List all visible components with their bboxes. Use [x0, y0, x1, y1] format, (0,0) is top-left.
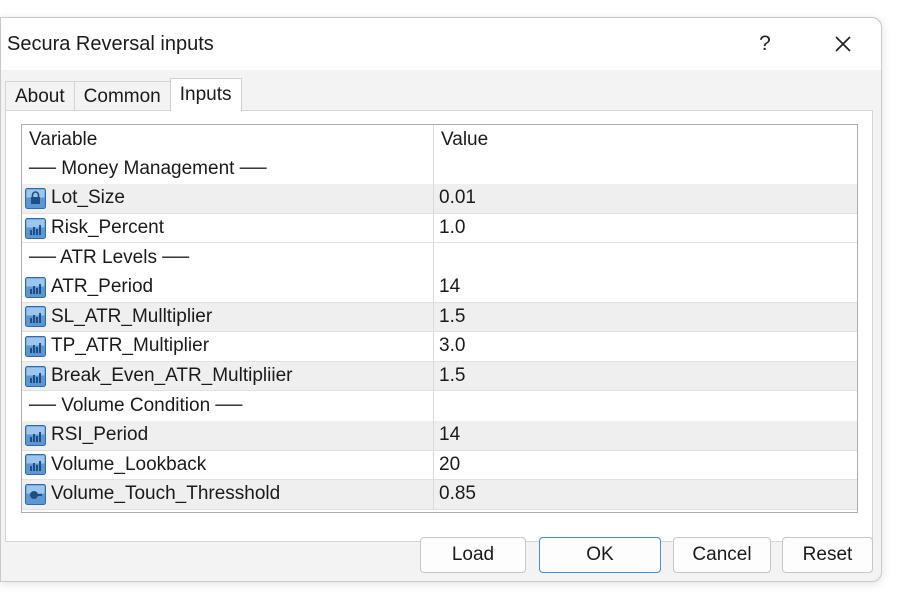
chart-icon — [25, 365, 46, 387]
group-row: ── ATR Levels ── — [22, 243, 857, 273]
close-icon — [835, 36, 851, 52]
value-cell[interactable]: 1.0 — [434, 214, 857, 243]
tab-about[interactable]: About — [5, 81, 75, 111]
group-row: ── Volume Condition ── — [22, 391, 857, 421]
variable-name: RSI_Period — [51, 424, 149, 446]
param-row[interactable]: Break_Even_ATR_Multipliier 1.5 — [22, 361, 857, 392]
value-cell[interactable]: 0.01 — [434, 184, 857, 213]
group-label-cell: ── Volume Condition ── — [22, 391, 434, 421]
variable-cell: TP_ATR_Multiplier — [22, 332, 434, 361]
param-row[interactable]: Volume_Lookback 20 — [22, 450, 857, 481]
input-dialog: Secura Reversal inputs ? About Common In… — [0, 17, 882, 582]
variable-cell: Volume_Touch_Thresshold — [22, 480, 434, 509]
param-row[interactable]: SL_ATR_Mulltiplier 1.5 — [22, 302, 857, 333]
value-cell — [434, 391, 857, 421]
lock-icon — [25, 187, 46, 209]
chart-icon — [25, 335, 46, 357]
variable-cell: SL_ATR_Mulltiplier — [22, 302, 434, 332]
title-bar: Secura Reversal inputs ? — [1, 18, 881, 70]
value-cell — [434, 243, 857, 273]
inputs-panel: Variable Value ── Money Management ── Lot… — [5, 110, 873, 542]
value-cell[interactable]: 14 — [434, 421, 857, 450]
toggle-icon — [25, 483, 46, 505]
chart-icon — [25, 306, 46, 328]
variable-name: Volume_Touch_Thresshold — [51, 483, 281, 505]
tab-common[interactable]: Common — [73, 81, 171, 111]
inputs-grid[interactable]: Variable Value ── Money Management ── Lot… — [21, 124, 858, 513]
ok-button[interactable]: OK — [539, 537, 661, 573]
cancel-button[interactable]: Cancel — [673, 537, 771, 573]
variable-cell: Volume_Lookback — [22, 450, 434, 480]
variable-cell: ATR_Period — [22, 273, 434, 302]
variable-cell: Risk_Percent — [22, 213, 434, 243]
value-cell[interactable]: 1.5 — [434, 303, 857, 332]
group-label: ── ATR Levels ── — [29, 247, 190, 269]
help-button[interactable]: ? — [747, 28, 783, 60]
close-button[interactable] — [825, 28, 861, 60]
chart-icon — [25, 217, 46, 239]
param-row[interactable]: Lot_Size 0.01 — [22, 184, 857, 214]
load-button[interactable]: Load — [420, 537, 526, 573]
variable-name: Risk_Percent — [51, 217, 164, 239]
variable-name: Break_Even_ATR_Multipliier — [51, 365, 293, 387]
variable-cell: Lot_Size — [22, 184, 434, 213]
grid-header-row: Variable Value — [22, 125, 857, 155]
variable-name: Lot_Size — [51, 187, 125, 209]
value-cell[interactable]: 14 — [434, 273, 857, 302]
chart-icon — [25, 424, 46, 446]
value-cell[interactable]: 20 — [434, 451, 857, 480]
variable-cell: RSI_Period — [22, 421, 434, 450]
chart-icon — [25, 276, 46, 298]
tab-bar: About Common Inputs — [5, 78, 242, 111]
dialog-title: Secura Reversal inputs — [7, 33, 214, 55]
variable-cell: Break_Even_ATR_Multipliier — [22, 361, 434, 391]
variable-name: TP_ATR_Multiplier — [51, 335, 210, 357]
reset-button[interactable]: Reset — [782, 537, 873, 573]
column-header-variable[interactable]: Variable — [22, 125, 434, 155]
variable-name: Volume_Lookback — [51, 453, 207, 475]
chart-icon — [25, 454, 46, 476]
group-label: ── Volume Condition ── — [29, 395, 243, 417]
group-label-cell: ── Money Management ── — [22, 154, 434, 185]
param-row[interactable]: TP_ATR_Multiplier 3.0 — [22, 332, 857, 362]
group-label: ── Money Management ── — [29, 158, 267, 180]
value-cell — [434, 155, 857, 185]
variable-name: ATR_Period — [51, 276, 154, 298]
value-cell[interactable]: 0.85 — [434, 480, 857, 509]
param-row[interactable]: ATR_Period 14 — [22, 273, 857, 303]
param-row[interactable]: RSI_Period 14 — [22, 421, 857, 451]
group-row: ── Money Management ── — [22, 154, 857, 185]
column-header-value[interactable]: Value — [434, 125, 857, 155]
param-row[interactable]: Volume_Touch_Thresshold 0.85 — [22, 480, 857, 510]
value-cell[interactable]: 3.0 — [434, 332, 857, 361]
param-row[interactable]: Risk_Percent 1.0 — [22, 213, 857, 244]
group-label-cell: ── ATR Levels ── — [22, 243, 434, 273]
tab-inputs[interactable]: Inputs — [169, 78, 242, 111]
value-cell[interactable]: 1.5 — [434, 362, 857, 391]
variable-name: SL_ATR_Mulltiplier — [51, 305, 213, 327]
